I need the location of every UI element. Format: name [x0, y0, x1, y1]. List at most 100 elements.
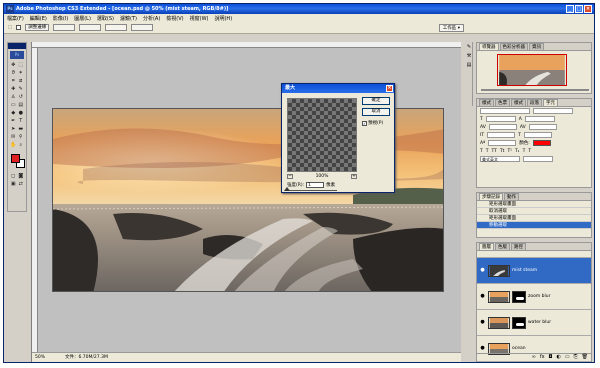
menu-layer[interactable]: 圖層(L) [74, 15, 91, 22]
add-mask-icon[interactable]: ◘ [549, 354, 553, 361]
dialog-close-button[interactable]: × [386, 85, 393, 92]
menu-image[interactable]: 影像(I) [53, 15, 68, 22]
new-layer-icon[interactable]: ⎘ [574, 354, 578, 361]
cancel-button[interactable]: 取消 [362, 108, 390, 116]
close-button[interactable]: × [584, 5, 592, 13]
refine-edge-button[interactable]: 調整邊緣 [25, 24, 50, 31]
dodge-tool-icon[interactable]: ● [18, 110, 25, 117]
strikethrough-button[interactable]: T [528, 149, 531, 154]
small-caps-button[interactable]: Tt [500, 149, 505, 154]
layer-row[interactable]: ● mist steam [477, 258, 591, 284]
type-tool-icon[interactable]: T [18, 118, 25, 125]
standard-mode-icon[interactable]: ◻ [10, 173, 17, 180]
antialias-checkbox[interactable] [16, 25, 22, 30]
radius-input[interactable]: 1 [306, 182, 325, 188]
tab-histogram[interactable]: 色彩分析器 [499, 43, 528, 50]
menu-window[interactable]: 視窗(W) [190, 15, 209, 22]
blur-tool-icon[interactable]: ◆ [10, 110, 17, 117]
marquee-tool-icon[interactable]: ⬚ [18, 62, 25, 69]
horizontal-scale-field[interactable] [523, 132, 552, 138]
option-button-2[interactable] [79, 24, 102, 31]
tab-paragraph[interactable]: 段落 [527, 99, 542, 106]
superscript-button[interactable]: T¹ [507, 149, 512, 154]
zoom-in-button[interactable]: + [351, 174, 357, 179]
leading-field[interactable] [524, 116, 555, 122]
navigator-thumbnail[interactable] [497, 54, 567, 86]
dialog-title-bar[interactable]: 最大 × [282, 84, 394, 93]
brush-tool-icon[interactable]: ✎ [18, 86, 25, 93]
menu-help[interactable]: 說明(H) [214, 15, 232, 22]
layer-mask-thumbnail[interactable] [512, 316, 526, 329]
history-item[interactable]: 矩形選取畫面 [477, 215, 591, 222]
all-caps-button[interactable]: TT [492, 149, 497, 154]
foreground-color[interactable] [11, 154, 20, 163]
history-brush-icon[interactable]: ↺ [18, 94, 25, 101]
crop-tool-icon[interactable]: ⌗ [10, 78, 17, 85]
menu-filter[interactable]: 濾鏡(T) [120, 15, 137, 22]
eye-icon[interactable]: ● [479, 293, 486, 300]
tab-info[interactable]: 資訊 [529, 43, 544, 50]
history-item-selected[interactable]: 移動選取 [477, 222, 591, 229]
tab-character[interactable]: 字元 [543, 99, 558, 106]
status-zoom[interactable]: 50% [35, 353, 45, 362]
zoom-tool-icon[interactable]: ⌕ [18, 142, 25, 149]
subscript-button[interactable]: T₁ [515, 149, 520, 154]
radius-slider-track[interactable] [287, 190, 337, 191]
eye-icon[interactable]: ● [479, 319, 486, 326]
radius-slider-thumb[interactable] [284, 187, 290, 191]
menu-select[interactable]: 選取(S) [97, 15, 114, 22]
preview-checkbox[interactable]: ✓ [362, 120, 367, 126]
text-color-swatch[interactable] [532, 140, 551, 146]
slice-tool-icon[interactable]: ⧄ [18, 78, 25, 85]
faux-italic-button[interactable]: T [486, 149, 489, 154]
tab-styles-2[interactable]: 樣式 [511, 99, 526, 106]
eyedropper-icon[interactable]: ⚲ [18, 134, 25, 141]
tab-history[interactable]: 步驟記錄 [479, 193, 503, 200]
screen-mode-icon[interactable]: ▣ [10, 181, 17, 188]
shape-tool-icon[interactable]: ▬ [18, 126, 25, 133]
menu-edit[interactable]: 編輯(E) [30, 15, 47, 22]
lasso-tool-icon[interactable]: ϑ [10, 70, 17, 77]
path-select-icon[interactable]: ➤ [10, 126, 17, 133]
history-item[interactable]: 矩形選取畫面 [477, 201, 591, 208]
imageready-icon[interactable]: ⇄ [18, 181, 25, 188]
adjustment-layer-icon[interactable]: ◐ [557, 354, 561, 361]
antialias-select[interactable] [523, 156, 553, 162]
pen-tool-icon[interactable]: ✒ [10, 118, 17, 125]
tab-layers[interactable]: 圖層 [479, 243, 494, 250]
minimize-button[interactable]: _ [566, 5, 574, 13]
menu-analysis[interactable]: 分析(A) [143, 15, 160, 22]
new-group-icon[interactable]: ▭ [565, 354, 570, 361]
eye-icon[interactable]: ● [479, 345, 486, 352]
layer-row[interactable]: ● zoom blur [477, 284, 591, 310]
quickmask-icon[interactable]: ◙ [18, 173, 25, 180]
menu-file[interactable]: 檔案(F) [7, 15, 24, 22]
font-style-field[interactable] [533, 108, 573, 114]
eye-icon[interactable]: ● [479, 267, 486, 274]
tab-paths[interactable]: 路徑 [511, 243, 526, 250]
option-button-3[interactable] [105, 24, 128, 31]
layer-style-icon[interactable]: fx [540, 354, 545, 361]
tracking-field[interactable] [528, 124, 557, 130]
maximize-button[interactable]: □ [575, 5, 583, 13]
tab-navigator[interactable]: 導覽器 [479, 43, 499, 50]
underline-button[interactable]: T [523, 149, 526, 154]
ok-button[interactable]: 確定 [362, 97, 390, 105]
marquee-tool-icon[interactable]: ⬚ [8, 25, 12, 30]
baseline-field[interactable] [488, 140, 517, 146]
tab-styles[interactable]: 樣式 [479, 99, 494, 106]
eraser-tool-icon[interactable]: ▭ [10, 102, 17, 109]
option-button-4[interactable] [131, 24, 154, 31]
zoom-out-button[interactable]: − [287, 174, 293, 179]
tab-swatches[interactable]: 色票 [495, 99, 510, 106]
language-select[interactable]: 美式英文 [480, 156, 520, 162]
navigator-zoom-slider[interactable] [481, 89, 589, 91]
tool-presets-icon[interactable]: ⚒ [466, 53, 472, 59]
layer-comps-icon[interactable]: ▤ [466, 62, 472, 68]
notes-tool-icon[interactable]: ✉ [10, 134, 17, 141]
menu-view[interactable]: 檢視(V) [166, 15, 183, 22]
kerning-field[interactable] [488, 124, 517, 130]
tab-actions[interactable]: 動作 [504, 193, 519, 200]
font-size-field[interactable] [485, 116, 516, 122]
tab-channels[interactable]: 色版 [495, 243, 510, 250]
